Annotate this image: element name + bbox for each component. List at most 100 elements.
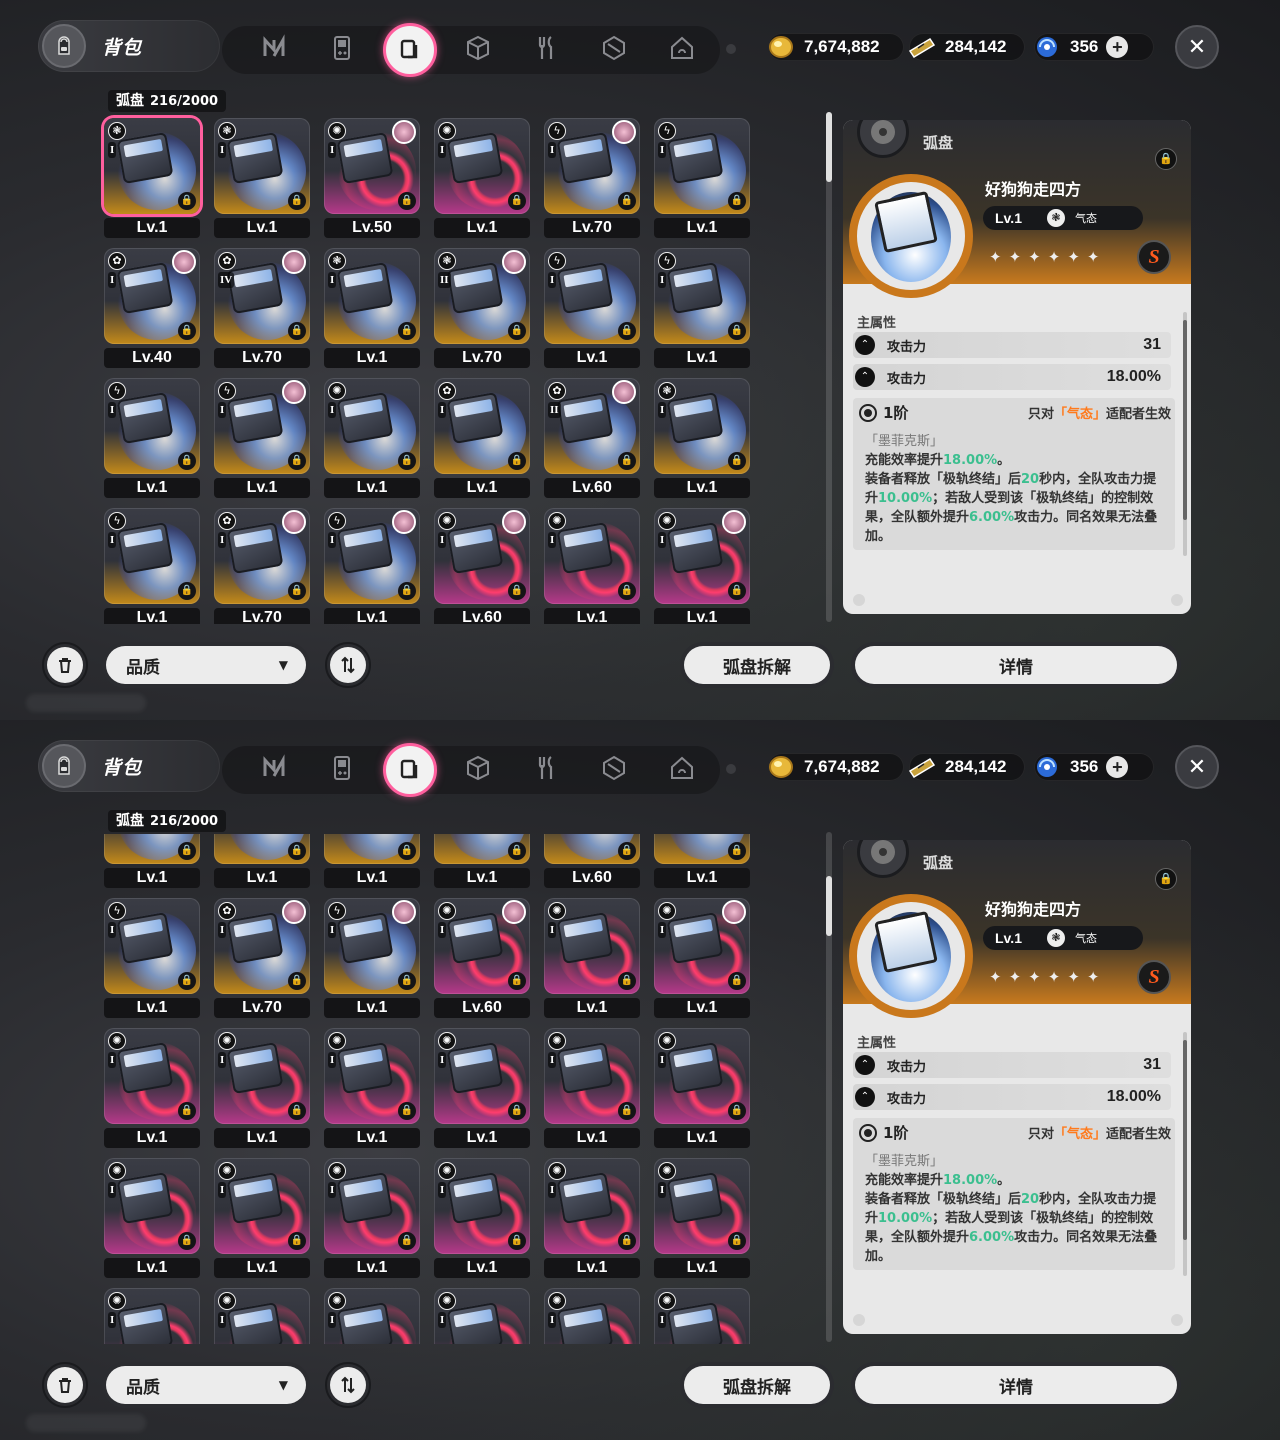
- lock-icon[interactable]: 🔒: [178, 1232, 196, 1250]
- detail-scroll-thumb[interactable]: [1183, 1040, 1187, 1240]
- lock-icon[interactable]: 🔒: [398, 1232, 416, 1250]
- disc-card[interactable]: ❃ II 🔒: [434, 248, 530, 344]
- lock-icon[interactable]: 🔒: [288, 582, 306, 600]
- lock-icon[interactable]: 🔒: [618, 192, 636, 210]
- disc-slot[interactable]: ✺ I 🔒 Lv.1: [540, 894, 640, 1018]
- lock-icon[interactable]: 🔒: [618, 1102, 636, 1120]
- disc-slot[interactable]: ✺ I 🔒 Lv.1: [320, 374, 420, 498]
- disc-slot[interactable]: ✺ I 🔒 Lv.1: [100, 1024, 200, 1148]
- grid-scrollbar[interactable]: [826, 832, 832, 1342]
- lock-icon[interactable]: 🔒: [618, 972, 636, 990]
- delete-button[interactable]: [42, 1362, 88, 1408]
- disc-slot[interactable]: ❃ II 🔒 Lv.70: [430, 244, 530, 368]
- lock-icon[interactable]: 🔒: [178, 582, 196, 600]
- disc-slot[interactable]: ϟI🔒Lv.1: [210, 374, 310, 498]
- lock-icon[interactable]: 🔒: [508, 452, 526, 470]
- disc-slot[interactable]: ✺ I 🔒 Lv.1: [210, 1154, 310, 1278]
- lock-icon[interactable]: 🔒: [178, 192, 196, 210]
- lock-icon[interactable]: 🔒: [288, 1232, 306, 1250]
- tab-device[interactable]: [308, 29, 376, 71]
- disc-slot[interactable]: ϟI🔒Lv.1: [320, 894, 420, 1018]
- disc-slot[interactable]: ✿ I 🔒 Lv.70: [210, 504, 310, 624]
- disc-card[interactable]: ✺I🔒: [434, 1028, 530, 1124]
- lock-icon[interactable]: 🔒: [508, 842, 526, 860]
- disc-card[interactable]: ✺I🔒: [324, 378, 420, 474]
- lock-icon[interactable]: 🔒: [288, 972, 306, 990]
- lock-icon[interactable]: 🔒: [178, 452, 196, 470]
- disc-card[interactable]: ❃I🔒: [104, 118, 200, 214]
- lock-icon[interactable]: 🔒: [178, 322, 196, 340]
- lock-icon[interactable]: 🔒: [398, 972, 416, 990]
- disc-slot[interactable]: ✺ I 🔒 Lv.1: [650, 504, 750, 624]
- disc-slot[interactable]: ✺ I 🔒 Lv.1: [100, 1154, 200, 1278]
- disc-slot[interactable]: ϟI🔒Lv.1: [210, 834, 310, 888]
- disc-card[interactable]: ϟI 🔒: [104, 378, 200, 474]
- disc-slot[interactable]: ✺ I 🔒 Lv.1: [210, 1024, 310, 1148]
- disc-card[interactable]: ✺I🔒: [654, 898, 750, 994]
- lock-icon[interactable]: 🔒: [508, 322, 526, 340]
- disc-card[interactable]: ❃I🔒: [654, 834, 750, 864]
- details-button[interactable]: 详情: [851, 642, 1181, 688]
- lock-icon[interactable]: 🔒: [508, 582, 526, 600]
- disc-card[interactable]: ϟI 🔒: [104, 508, 200, 604]
- tab-device[interactable]: [308, 749, 376, 791]
- disc-card[interactable]: ✺I🔒: [104, 1028, 200, 1124]
- disc-slot[interactable]: ✺I🔒: [320, 1284, 420, 1344]
- disc-slot[interactable]: ϟ I 🔒 Lv.70: [540, 114, 640, 238]
- tab-arc-disc[interactable]: [376, 743, 444, 797]
- disc-slot[interactable]: ✿ I 🔒 Lv.40: [100, 244, 200, 368]
- disc-card[interactable]: ✿II🔒: [544, 378, 640, 474]
- lock-icon[interactable]: 🔒: [618, 842, 636, 860]
- tab-food[interactable]: [512, 749, 580, 791]
- disc-card[interactable]: ✺I🔒: [324, 834, 420, 864]
- tab-material[interactable]: [444, 29, 512, 71]
- dismantle-button[interactable]: 弧盘拆解: [680, 642, 834, 688]
- dismantle-button[interactable]: 弧盘拆解: [680, 1362, 834, 1408]
- sort-order-button[interactable]: [325, 642, 371, 688]
- close-button[interactable]: ✕: [1175, 25, 1219, 69]
- disc-slot[interactable]: ϟI🔒Lv.1: [100, 894, 200, 1018]
- disc-slot[interactable]: ✿ I 🔒 Lv.70: [210, 894, 310, 1018]
- disc-slot[interactable]: ✿ I 🔒 Lv.1: [430, 374, 530, 498]
- disc-slot[interactable]: ✺I🔒: [650, 1284, 750, 1344]
- disc-card[interactable]: ✺I🔒: [544, 1288, 640, 1344]
- disc-card[interactable]: ✺I🔒: [654, 1158, 750, 1254]
- lock-icon[interactable]: 🔒: [178, 842, 196, 860]
- lock-icon[interactable]: 🔒: [618, 1232, 636, 1250]
- disc-slot[interactable]: ✺ I 🔒 Lv.1: [430, 1024, 530, 1148]
- disc-card[interactable]: ϟI 🔒: [324, 508, 420, 604]
- lock-icon[interactable]: 🔒: [288, 842, 306, 860]
- disc-card[interactable]: ✺I🔒: [214, 1028, 310, 1124]
- disc-card[interactable]: ✿II🔒: [544, 834, 640, 864]
- disc-card[interactable]: ✺I🔒: [324, 1288, 420, 1344]
- lock-icon[interactable]: 🔒: [618, 582, 636, 600]
- disc-slot[interactable]: ✺ I 🔒 Lv.1: [650, 894, 750, 1018]
- disc-card[interactable]: ❃I🔒: [654, 378, 750, 474]
- lock-icon[interactable]: 🔒: [728, 322, 746, 340]
- disc-card[interactable]: ϟI 🔒: [214, 378, 310, 474]
- tab-food[interactable]: [512, 29, 580, 71]
- tab-arc-disc[interactable]: [376, 23, 444, 77]
- disc-card[interactable]: ✺I🔒: [324, 1028, 420, 1124]
- disc-card[interactable]: ✺I🔒: [434, 118, 530, 214]
- disc-card[interactable]: ✺I🔒: [434, 1158, 530, 1254]
- lock-icon[interactable]: 🔒: [178, 1102, 196, 1120]
- disc-slot[interactable]: ✺I🔒: [100, 1284, 200, 1344]
- disc-card[interactable]: ϟI 🔒: [654, 248, 750, 344]
- disc-card[interactable]: ✿ I 🔒: [434, 378, 530, 474]
- sort-select[interactable]: 品质 ▼: [102, 1362, 310, 1408]
- disc-slot[interactable]: ✺ I 🔒 Lv.1: [650, 1024, 750, 1148]
- disc-card[interactable]: ✺I🔒: [544, 1158, 640, 1254]
- tab-material[interactable]: [444, 749, 512, 791]
- lock-icon[interactable]: 🔒: [398, 452, 416, 470]
- lock-icon[interactable]: 🔒: [508, 192, 526, 210]
- close-button[interactable]: ✕: [1175, 745, 1219, 789]
- disc-slot[interactable]: ✿ II 🔒 Lv.60: [540, 374, 640, 498]
- disc-slot[interactable]: ϟI🔒Lv.1: [100, 834, 200, 888]
- disc-slot[interactable]: ✺ I 🔒 Lv.60: [430, 504, 530, 624]
- disc-slot[interactable]: ❃I🔒 Lv.1: [650, 834, 750, 888]
- disc-card[interactable]: ϟI 🔒: [544, 118, 640, 214]
- grid-scrollbar[interactable]: [826, 112, 832, 622]
- delete-button[interactable]: [42, 642, 88, 688]
- disc-card[interactable]: ✺I🔒: [214, 1158, 310, 1254]
